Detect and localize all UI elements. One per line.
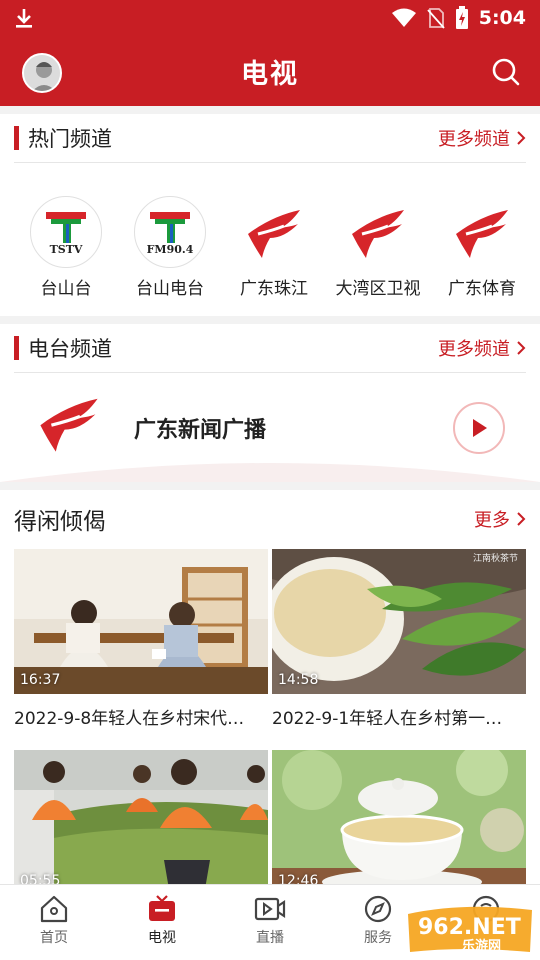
nav-home[interactable]: 首页: [0, 885, 108, 960]
video-duration: 14:58: [278, 672, 319, 688]
nav-label: 首页: [40, 930, 68, 946]
video-thumbnail: 16:37: [14, 549, 268, 694]
search-icon[interactable]: [490, 56, 522, 88]
no-sim-icon: [427, 8, 445, 29]
nav-live[interactable]: 直播: [216, 885, 324, 960]
home-icon: [40, 895, 68, 923]
channel-item[interactable]: 广东体育: [430, 196, 534, 299]
app-header: 电视: [0, 36, 540, 106]
channel-name: 台山电台: [136, 279, 204, 299]
nav-tv[interactable]: 电视: [108, 885, 216, 960]
section-accent: [14, 126, 19, 150]
more-label: 更多频道: [438, 339, 510, 360]
gdtv-logo: [342, 196, 414, 268]
channel-name: 广东体育: [448, 279, 516, 299]
section-accent: [14, 336, 19, 360]
more-label: 更多: [474, 510, 510, 531]
section-header: 电台频道 更多频道: [0, 324, 540, 372]
chevron-right-icon: [517, 131, 526, 145]
channel-item[interactable]: 广东珠江: [222, 196, 326, 299]
page-title: 电视: [241, 58, 299, 90]
more-link[interactable]: 更多: [474, 506, 526, 532]
video-duration: 16:37: [20, 672, 61, 688]
more-label: 更多频道: [438, 129, 510, 150]
watermark-logo: 962.NET 乐游网: [404, 906, 536, 956]
section-title: 得闲倾偈: [14, 509, 106, 535]
tv-icon: [149, 895, 175, 921]
gdtv-logo: [238, 196, 310, 268]
video-card[interactable]: 05:55: [14, 750, 268, 895]
chevron-right-icon: [517, 341, 526, 355]
video-overlay-text: 江南秋茶节: [472, 554, 518, 564]
status-bar: 5:04: [0, 0, 540, 36]
section-header: 热门频道 更多频道: [0, 114, 540, 162]
compass-icon: [364, 895, 392, 923]
radio-channels-section: 电台频道 更多频道 广东新闻广播: [0, 324, 540, 482]
channel-name: 台山台: [40, 279, 92, 299]
watermark-caption: 乐游网: [462, 938, 501, 954]
gdtv-logo: [40, 398, 98, 452]
hot-channels-section: 热门频道 更多频道 TSTV 台山台 FM90.4 台山电台 广东珠江 大湾区卫…: [0, 114, 540, 316]
nav-label: 服务: [364, 930, 392, 946]
play-button[interactable]: [453, 402, 505, 454]
more-channels-link[interactable]: 更多频道: [438, 335, 526, 361]
play-icon: [473, 419, 487, 437]
channel-item[interactable]: FM90.4 台山电台: [118, 196, 222, 299]
video-thumbnail: 江南秋茶节 14:58: [272, 549, 526, 694]
leisure-section: 得闲倾偈 更多 16:37 2022-9-8年轻人在乡村宋代… 江南秋茶节 14…: [0, 490, 540, 895]
video-thumbnail: 05:55: [14, 750, 268, 895]
channel-name: 大湾区卫视: [335, 279, 421, 299]
divider: [14, 162, 526, 163]
battery-charging-icon: [455, 6, 468, 29]
radio-name: 广东新闻广播: [134, 418, 267, 443]
more-channels-link[interactable]: 更多频道: [438, 125, 526, 151]
video-thumbnail: 12:46: [272, 750, 526, 895]
divider: [14, 372, 526, 373]
chevron-right-icon: [517, 512, 526, 526]
channel-item[interactable]: TSTV 台山台: [14, 196, 118, 299]
section-header: 得闲倾偈 更多: [0, 490, 540, 548]
video-title: 2022-9-1年轻人在乡村第一…: [272, 709, 503, 729]
channel-tag: TSTV: [49, 242, 83, 256]
section-title: 热门频道: [28, 127, 112, 151]
radio-item[interactable]: 广东新闻广播: [0, 374, 540, 482]
nav-label: 直播: [256, 930, 284, 946]
status-time: 5:04: [478, 7, 526, 29]
video-title: 2022-9-8年轻人在乡村宋代…: [14, 709, 245, 729]
live-video-icon: [254, 897, 286, 921]
channel-tag: FM90.4: [146, 242, 194, 256]
nav-label: 电视: [148, 930, 176, 946]
wifi-icon: [391, 8, 416, 27]
gdtv-logo: [446, 196, 518, 268]
video-card[interactable]: 12:46: [272, 750, 526, 895]
watermark-logo-text: 962.NET: [418, 915, 521, 940]
tstv-logo: TSTV: [30, 196, 102, 268]
avatar[interactable]: [22, 53, 62, 93]
user-avatar-icon: [24, 55, 60, 91]
video-card[interactable]: 江南秋茶节 14:58 2022-9-1年轻人在乡村第一…: [272, 549, 526, 729]
download-icon: [16, 9, 32, 28]
channel-name: 广东珠江: [240, 279, 308, 299]
channel-item[interactable]: 大湾区卫视: [326, 196, 430, 299]
video-card[interactable]: 16:37 2022-9-8年轻人在乡村宋代…: [14, 549, 268, 729]
fm904-logo: FM90.4: [134, 196, 206, 268]
section-title: 电台频道: [28, 337, 112, 361]
